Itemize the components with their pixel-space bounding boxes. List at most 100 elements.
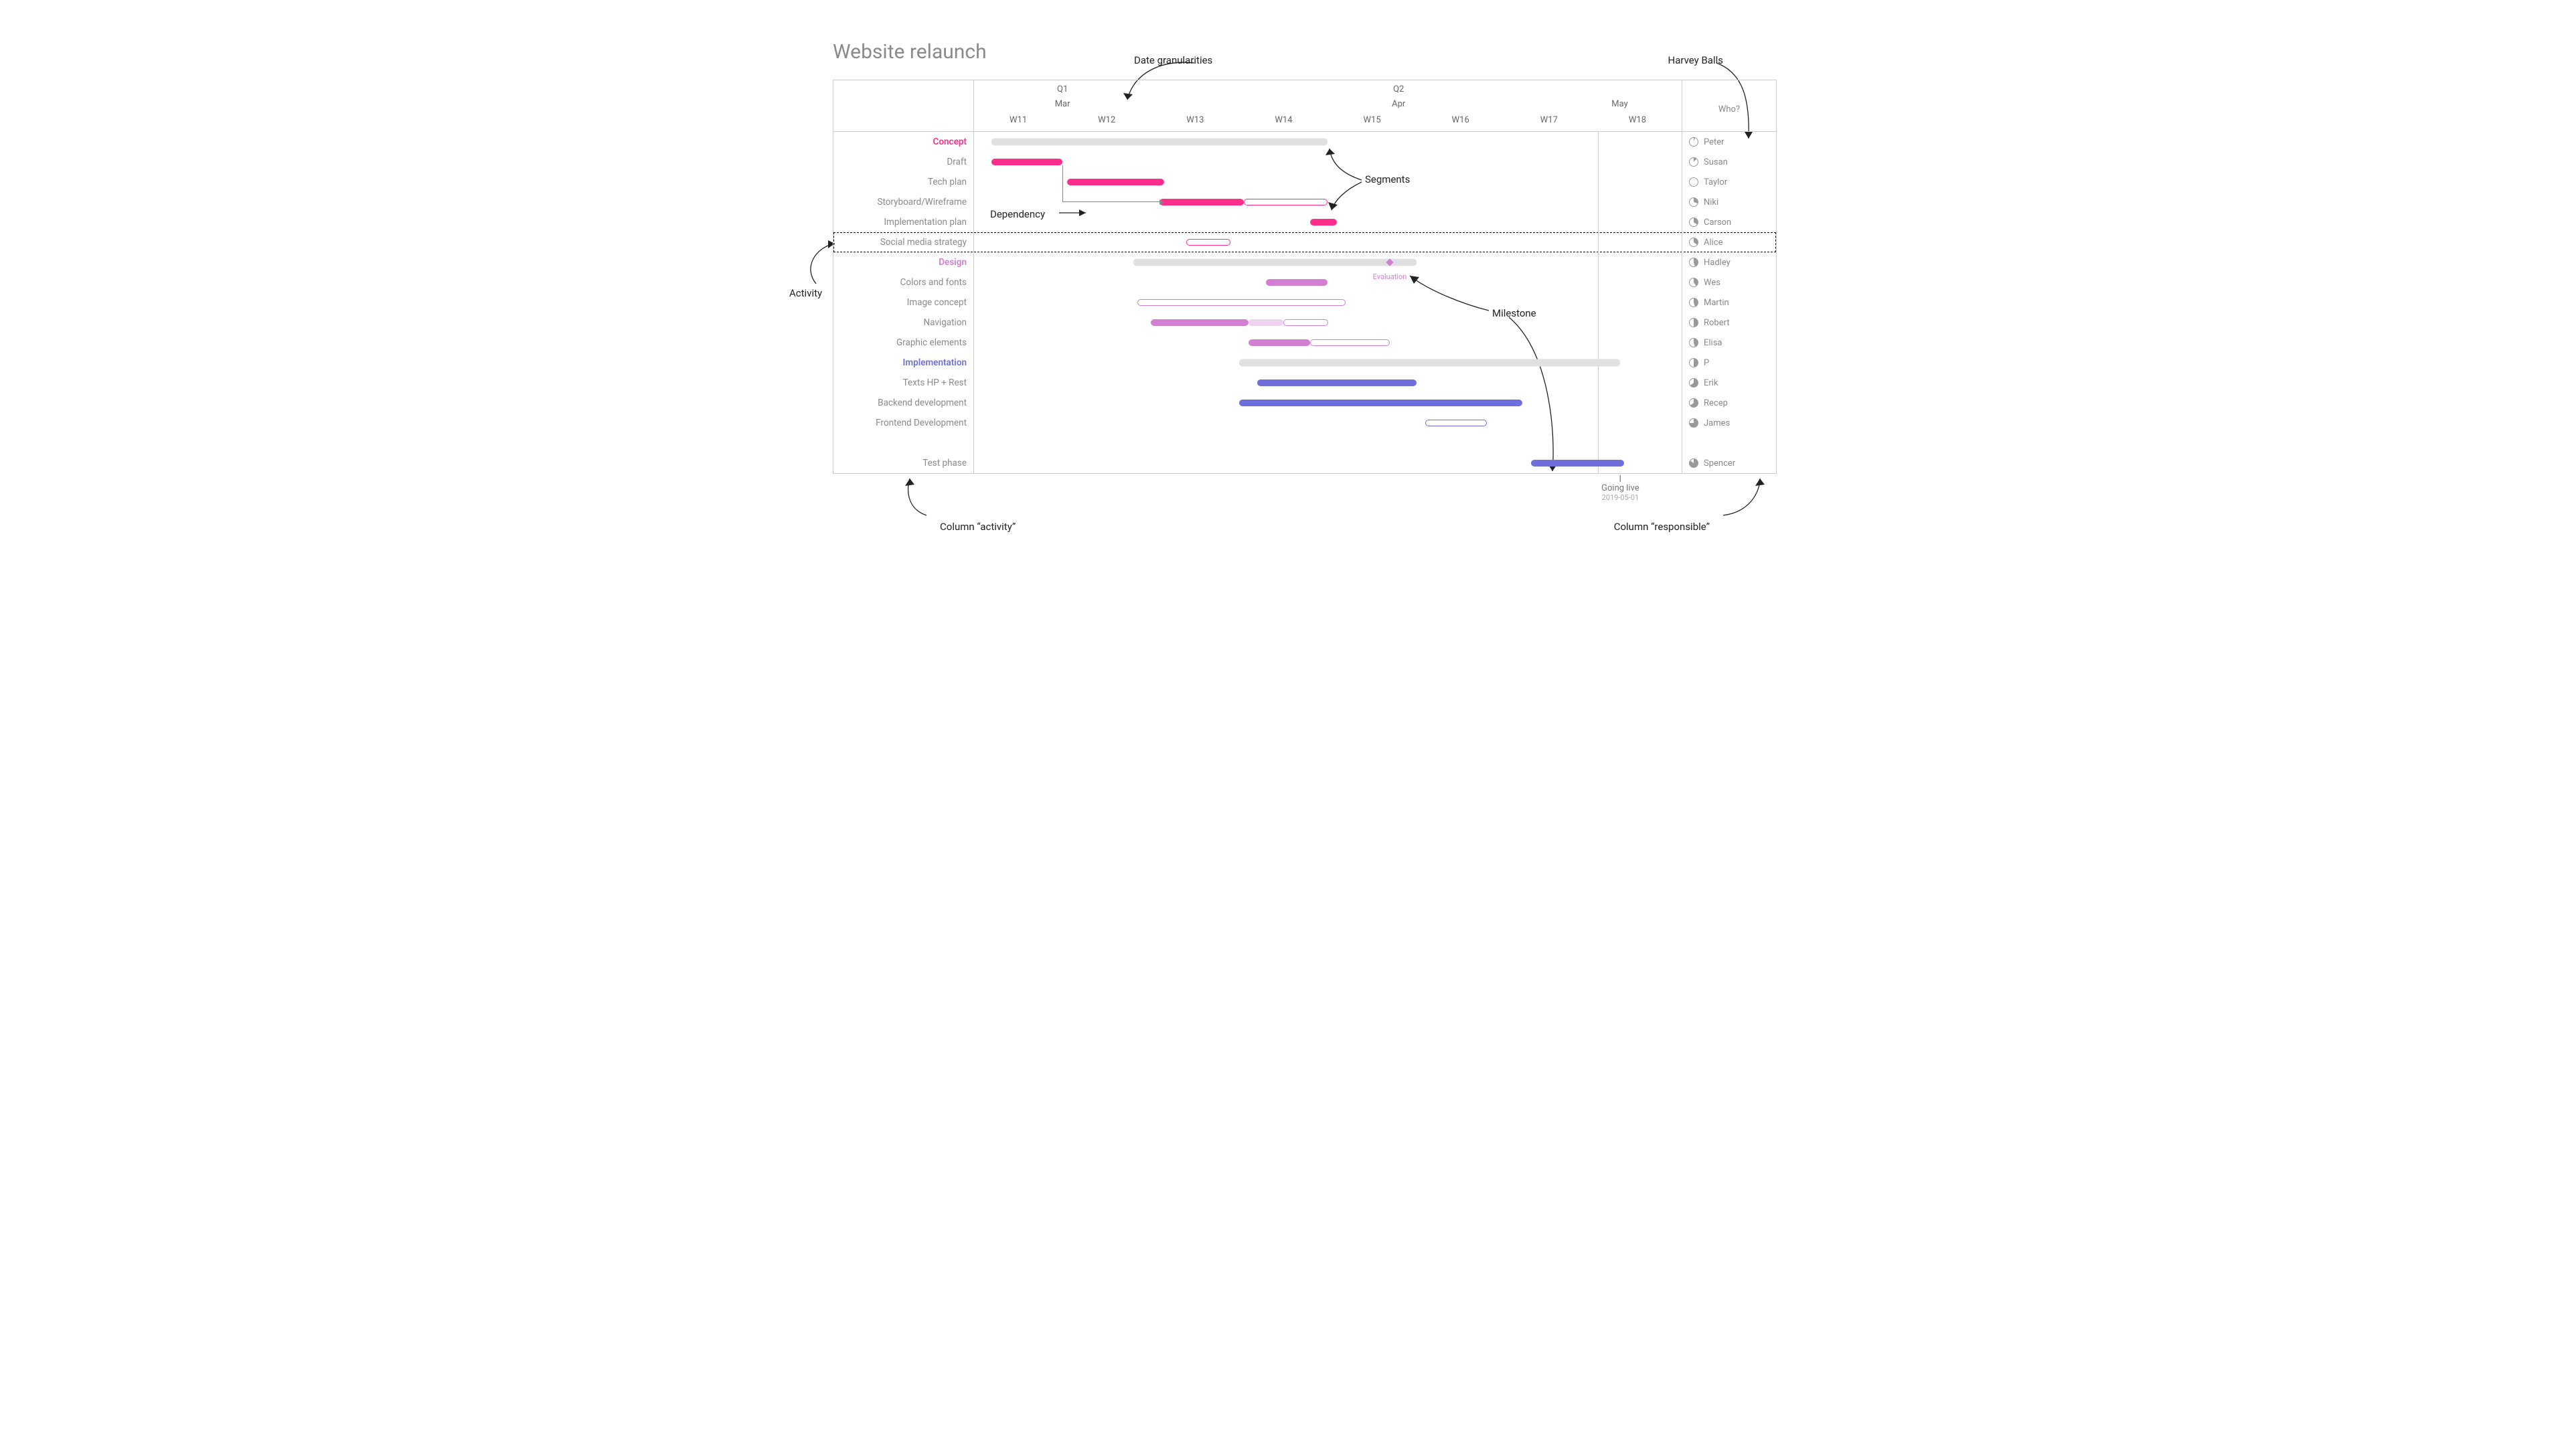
responsible-name: Carson [1704, 218, 1731, 228]
activity-label: Image concept [907, 297, 973, 308]
task-bar[interactable] [1151, 319, 1248, 326]
annotation-col-activity: Column “activity” [940, 521, 1016, 533]
gantt-row-techplan[interactable]: Tech planTaylor [833, 172, 1776, 192]
harvey-ball-icon [1689, 398, 1698, 408]
gantt-row-backend[interactable]: Backend development Recep [833, 393, 1776, 413]
gantt-row-imgconcept[interactable]: Image concept Martin [833, 292, 1776, 313]
responsible-name: Robert [1704, 318, 1730, 328]
responsible-name: Erik [1704, 378, 1718, 388]
task-bar[interactable] [991, 159, 1062, 165]
responsible-name: Alice [1704, 238, 1723, 248]
task-bar[interactable] [1244, 199, 1328, 205]
header-timeline: Q1Q2 MarAprMay W11W12W13W14W15W16W17W18 [974, 80, 1682, 131]
harvey-ball-icon [1689, 458, 1698, 468]
task-bar[interactable] [1257, 379, 1417, 386]
timeline-cell [974, 292, 1682, 313]
harvey-ball-icon [1689, 218, 1698, 227]
gantt-header: Q1Q2 MarAprMay W11W12W13W14W15W16W17W18 … [833, 80, 1776, 132]
who-cell: Robert [1682, 318, 1776, 328]
week-label: W18 [1593, 115, 1682, 130]
activity-label: Navigation [924, 317, 973, 328]
gantt-row-impl[interactable]: Implementation P [833, 353, 1776, 373]
who-cell: Martin [1682, 298, 1776, 308]
gantt-row-draft[interactable]: Draft Susan [833, 152, 1776, 172]
responsible-name: Peter [1704, 137, 1724, 147]
timeline-cell: Evaluation [974, 252, 1682, 272]
gantt-row-graphic[interactable]: Graphic elements Elisa [833, 333, 1776, 353]
gantt-row-colors[interactable]: Colors and fontsWes [833, 272, 1776, 292]
week-label: W15 [1328, 115, 1417, 130]
gantt-row-texts[interactable]: Texts HP + Rest Erik [833, 373, 1776, 393]
responsible-name: Recep [1704, 398, 1728, 408]
harvey-ball-icon [1689, 137, 1698, 147]
header-who: Who? [1682, 80, 1776, 131]
activity-label: Storyboard/Wireframe [877, 197, 973, 207]
activity-label: Test phase [922, 458, 973, 468]
activity-label: Implementation [902, 357, 973, 368]
month-label: May [1611, 99, 1627, 109]
gantt-row-design[interactable]: DesignEvaluationHadley [833, 252, 1776, 272]
quarter-label: Q2 [1393, 84, 1404, 94]
gantt-row-concept[interactable]: ConceptPeter [833, 132, 1776, 152]
week-label: W16 [1417, 115, 1505, 130]
gantt-row-test[interactable]: Test phaseSpencer [833, 453, 1776, 473]
summary-bar[interactable] [1133, 259, 1417, 266]
task-bar[interactable] [1137, 299, 1345, 306]
task-bar[interactable] [1283, 319, 1327, 326]
activity-label: Graphic elements [896, 337, 973, 348]
timeline-cell [974, 453, 1682, 473]
annotation-col-responsible: Column “responsible” [1614, 521, 1710, 533]
harvey-ball-icon [1689, 258, 1698, 267]
who-cell: P [1682, 358, 1776, 368]
task-bar[interactable] [1531, 460, 1624, 466]
page: Website relaunch Date granularities Harv… [799, 40, 1777, 474]
timeline-cell [974, 313, 1682, 333]
activity-label: Draft [947, 157, 973, 167]
summary-bar[interactable] [991, 139, 1327, 146]
task-bar[interactable] [1249, 339, 1310, 346]
gantt-row-spacer[interactable] [833, 433, 1776, 453]
timeline-cell [974, 353, 1682, 373]
timeline-cell [974, 333, 1682, 353]
timeline-cell [974, 212, 1682, 232]
gantt-row-implplan[interactable]: Implementation planCarson [833, 212, 1776, 232]
timeline-cell [974, 232, 1682, 252]
activity-label: Texts HP + Rest [903, 377, 973, 388]
gantt-row-frontend[interactable]: Frontend DevelopmentJames [833, 413, 1776, 433]
gantt-row-storyboard[interactable]: Storyboard/Wireframe Niki [833, 192, 1776, 212]
responsible-name: Elisa [1704, 338, 1722, 348]
week-label: W13 [1151, 115, 1239, 130]
harvey-ball-icon [1689, 238, 1698, 247]
annotation-date-granularities: Date granularities [1134, 54, 1212, 66]
who-cell: Peter [1682, 137, 1776, 147]
task-bar[interactable] [1310, 219, 1337, 226]
gantt-row-nav[interactable]: Navigation Robert [833, 313, 1776, 333]
task-bar[interactable] [1239, 400, 1522, 406]
who-cell: Taylor [1682, 177, 1776, 187]
who-cell: Carson [1682, 218, 1776, 228]
annotation-activity: Activity [789, 287, 822, 299]
responsible-name: Niki [1704, 197, 1718, 207]
task-bar[interactable] [1266, 279, 1327, 286]
harvey-ball-icon [1689, 418, 1698, 428]
who-cell: Hadley [1682, 258, 1776, 268]
who-cell: Erik [1682, 378, 1776, 388]
task-bar[interactable] [1425, 420, 1487, 426]
summary-bar[interactable] [1239, 359, 1619, 367]
activity-label: Backend development [878, 398, 973, 408]
harvey-ball-icon [1689, 358, 1698, 367]
activity-label: Social media strategy [880, 237, 973, 248]
task-bar[interactable] [1186, 239, 1230, 246]
golive-label: Going live [1601, 483, 1639, 493]
week-label: W11 [974, 115, 1062, 130]
timeline-cell [974, 373, 1682, 393]
gantt-row-social[interactable]: Social media strategy Alice [833, 232, 1776, 252]
task-bar[interactable] [1159, 199, 1244, 205]
task-bar[interactable] [1310, 339, 1390, 346]
harvey-ball-icon [1689, 378, 1698, 388]
responsible-name: Wes [1704, 278, 1720, 288]
gantt-body: ConceptPeterDraftSusanTech planTaylorSto… [833, 132, 1776, 473]
who-cell: Susan [1682, 157, 1776, 167]
harvey-ball-icon [1689, 157, 1698, 167]
task-bar[interactable] [1249, 319, 1284, 326]
